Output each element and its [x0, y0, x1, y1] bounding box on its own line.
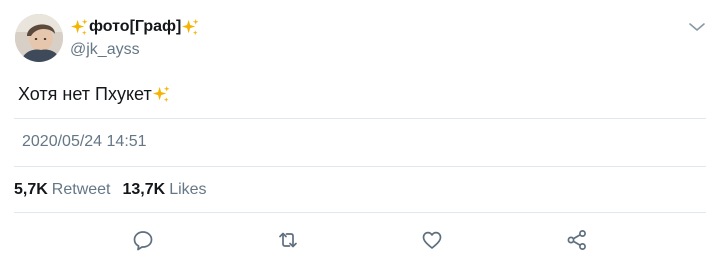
like-button[interactable] [420, 228, 444, 252]
share-button[interactable] [565, 228, 589, 252]
divider [14, 166, 706, 167]
timestamp[interactable]: 2020/05/24 14:51 [22, 133, 147, 151]
like-label: Likes [169, 181, 207, 198]
reply-button[interactable] [131, 228, 155, 252]
divider [14, 212, 706, 213]
tweet-body: Хотя нет Пхукет [18, 82, 171, 106]
chevron-down-icon[interactable] [687, 17, 707, 37]
display-name-text: фото[Граф] [89, 18, 182, 35]
retweet-label: Retweet [51, 181, 111, 198]
like-count: 13,7K [122, 181, 166, 198]
sparkles-emoji-icon [182, 18, 199, 35]
sparkles-emoji-icon [70, 18, 88, 35]
sparkles-emoji-icon [152, 85, 170, 102]
retweets-stat[interactable]: 5,7K Retweet [14, 181, 111, 199]
display-name[interactable]: фото[Граф] [70, 15, 200, 39]
reply-bubble-icon [133, 231, 153, 251]
share-icon [567, 230, 586, 250]
tweet-card: фото[Граф] @jk_ayss Хотя нет Пхукет 2020… [0, 0, 720, 262]
retweet-count: 5,7K [14, 181, 48, 198]
avatar[interactable] [15, 14, 63, 62]
tweet-text: Хотя нет Пхукет [18, 83, 152, 104]
username[interactable]: @jk_ayss [70, 41, 140, 59]
engagement-stats: 5,7K Retweet 13,7K Likes [14, 181, 207, 199]
retweet-button[interactable] [276, 228, 300, 252]
heart-icon [422, 231, 442, 249]
avatar-photo [15, 14, 63, 62]
likes-stat[interactable]: 13,7K Likes [123, 181, 207, 199]
divider [14, 118, 706, 119]
retweet-icon [279, 232, 297, 248]
